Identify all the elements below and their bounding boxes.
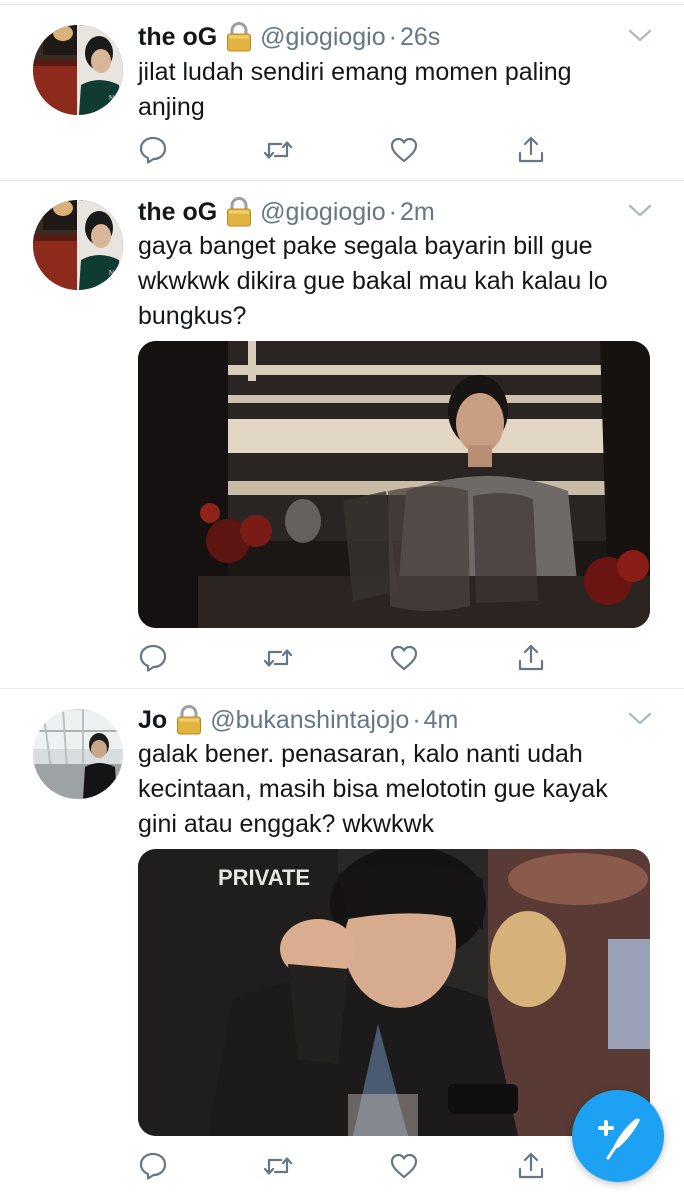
- tweet-1[interactable]: Nay the oG @giogiogio · 26s jilat ludah …: [0, 5, 684, 181]
- avatar[interactable]: [33, 709, 123, 799]
- tweet-header: the oG @giogiogio · 26s: [138, 20, 440, 54]
- separator: ·: [412, 705, 421, 734]
- tweet-photo[interactable]: [138, 341, 650, 628]
- display-name[interactable]: Jo: [138, 706, 167, 735]
- chevron-down-icon[interactable]: [628, 204, 652, 218]
- tweet-text-line: kecintaan, masih bisa melototin gue kaya…: [138, 775, 608, 803]
- avatar[interactable]: Nay: [33, 200, 123, 290]
- tweet-text-line: gaya banget pake segala bayarin bill gue: [138, 232, 593, 260]
- tweet-text-line: wkwkwk dikira gue bakal mau kah kalau lo: [138, 267, 608, 295]
- svg-text:Nay: Nay: [109, 270, 122, 277]
- display-name[interactable]: the oG: [138, 198, 217, 227]
- tweet-text-line: bungkus?: [138, 302, 247, 330]
- padlock-icon: [226, 197, 252, 227]
- separator: ·: [388, 22, 397, 51]
- chevron-down-icon[interactable]: [628, 712, 652, 726]
- padlock-icon: [176, 705, 202, 735]
- reply-icon[interactable]: [138, 1151, 168, 1181]
- compose-tweet-button[interactable]: [572, 1090, 664, 1182]
- avatar[interactable]: Nay: [33, 25, 123, 115]
- tweet-text: galak bener. penasaran, kalo nanti udah …: [138, 737, 658, 842]
- timestamp[interactable]: 2m: [400, 198, 435, 227]
- tweet-text: gaya banget pake segala bayarin bill gue…: [138, 229, 658, 334]
- username[interactable]: @giogiogio: [260, 198, 385, 227]
- tweet-2[interactable]: Nay the oG @giogiogio · 2m gaya banget p…: [0, 181, 684, 689]
- tweet-header: the oG @giogiogio · 2m: [138, 195, 435, 229]
- tweet-actions: [138, 135, 558, 165]
- tweet-header: Jo @bukanshintajojo · 4m: [138, 703, 458, 737]
- display-name[interactable]: the oG: [138, 23, 217, 52]
- tweet-text: jilat ludah sendiri emang momen paling a…: [138, 55, 658, 125]
- reply-icon[interactable]: [138, 135, 168, 165]
- share-icon[interactable]: [516, 1151, 546, 1181]
- compose-tweet-icon: [598, 1118, 640, 1160]
- separator: ·: [388, 197, 397, 226]
- tweet-actions: [138, 643, 558, 673]
- padlock-icon: [226, 22, 252, 52]
- photo-sign-text: PRIVATE: [218, 865, 310, 890]
- timestamp[interactable]: 4m: [424, 706, 459, 735]
- retweet-icon[interactable]: [263, 1151, 293, 1181]
- username[interactable]: @bukanshintajojo: [210, 706, 409, 735]
- retweet-icon[interactable]: [263, 643, 293, 673]
- share-icon[interactable]: [516, 135, 546, 165]
- tweet-actions: [138, 1151, 558, 1181]
- svg-text:Nay: Nay: [109, 95, 122, 102]
- tweet-text-line: jilat ludah sendiri emang momen paling: [138, 58, 572, 86]
- heart-icon[interactable]: [389, 643, 419, 673]
- username[interactable]: @giogiogio: [260, 23, 385, 52]
- chevron-down-icon[interactable]: [628, 29, 652, 43]
- share-icon[interactable]: [516, 643, 546, 673]
- reply-icon[interactable]: [138, 643, 168, 673]
- tweet-text-line: gini atau enggak? wkwkwk: [138, 810, 434, 838]
- tweet-text-line: galak bener. penasaran, kalo nanti udah: [138, 740, 583, 768]
- heart-icon[interactable]: [389, 135, 419, 165]
- timestamp[interactable]: 26s: [400, 23, 440, 52]
- retweet-icon[interactable]: [263, 135, 293, 165]
- heart-icon[interactable]: [389, 1151, 419, 1181]
- tweet-text-line: anjing: [138, 93, 205, 121]
